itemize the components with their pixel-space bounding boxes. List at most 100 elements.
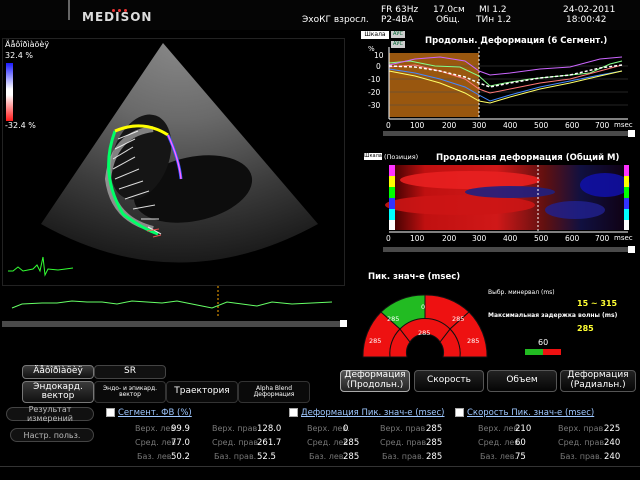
max-delay-value: 285 bbox=[577, 324, 594, 333]
ecg-trace bbox=[8, 256, 74, 277]
graph-global-strain: Шкала (Позиция) Продольная деформация (О… bbox=[360, 150, 637, 252]
bullseye-seg-label: 285 bbox=[369, 337, 382, 345]
table3-row-label: Баз. прав. bbox=[560, 452, 603, 461]
table1-row-label: Сред. прав. bbox=[212, 438, 261, 447]
preset-label: ЭхоКГ взросл. bbox=[302, 15, 369, 25]
selected-interval-value: 15 ~ 315 bbox=[577, 299, 618, 308]
color-scale-bar bbox=[6, 63, 13, 121]
graph1-xtick: 600 bbox=[565, 121, 580, 130]
graph2-xtick: 200 bbox=[442, 234, 457, 243]
table3-row-label: Баз. лев. bbox=[480, 452, 518, 461]
image-mode-label: Äåôîðìàöèÿ bbox=[5, 40, 50, 49]
selected-interval-label: Выбр. минервал (ms) bbox=[488, 289, 555, 296]
table1-row-value: 261.7 bbox=[257, 438, 282, 448]
bullseye-seg-label: 285 bbox=[452, 315, 465, 323]
graph1-xtick: 700 bbox=[595, 121, 610, 130]
table1-header[interactable]: Сегмент. ФВ (%) bbox=[106, 408, 192, 418]
mode-volume-button[interactable]: Объем bbox=[487, 370, 557, 392]
graph2-xtick: 300 bbox=[472, 234, 487, 243]
table1-row-value: 52.5 bbox=[257, 452, 276, 462]
tis-value: TИн 1.2 bbox=[476, 15, 512, 25]
trace-line bbox=[11, 300, 333, 309]
tab-deformation[interactable]: Äåôîðìàöèÿ bbox=[22, 365, 94, 379]
tab-trajectory[interactable]: Траектория bbox=[166, 381, 238, 403]
mode-speed-button[interactable]: Скорость bbox=[414, 370, 484, 392]
timeline-scrollbar[interactable] bbox=[2, 321, 340, 327]
table2-row-value: 285 bbox=[426, 452, 443, 462]
graph2-xunit: msec bbox=[614, 234, 633, 242]
table3-row-label: Верх. прав. bbox=[558, 424, 606, 433]
graph2-xtick: 700 bbox=[595, 234, 610, 243]
tab-endo-epi-vector[interactable]: Эндо- и эпикард. вектор bbox=[94, 381, 166, 403]
table3-row-value: 240 bbox=[604, 452, 621, 462]
user-settings-button[interactable]: Настр. польз. bbox=[10, 428, 94, 442]
table3-checkbox[interactable] bbox=[455, 408, 464, 417]
graph1-xtick: 500 bbox=[534, 121, 549, 130]
measurement-result-button[interactable]: Результат измерений bbox=[6, 405, 94, 423]
bullseye-seg-label: 285 bbox=[418, 329, 431, 337]
table1-row-value: 128.0 bbox=[257, 424, 282, 434]
table1-row-value: 99.9 bbox=[171, 424, 190, 434]
bullseye-chart bbox=[362, 294, 488, 358]
table3-row-label: Сред. прав. bbox=[558, 438, 607, 447]
table3-row-value: 60 bbox=[515, 438, 526, 448]
table3-header[interactable]: Скорость Пик. знач-е (msec) bbox=[455, 408, 594, 418]
table2-checkbox[interactable] bbox=[289, 408, 298, 417]
brand-logo: MEDISON bbox=[82, 10, 153, 24]
probe-name: P2-4BA bbox=[381, 15, 414, 25]
gen-label: Общ. bbox=[436, 15, 460, 25]
graph2-xtick: 0 bbox=[386, 234, 391, 243]
table2-row-label: Баз. прав. bbox=[382, 452, 425, 461]
mode-long-strain-button[interactable]: Деформация (Продольн.) bbox=[340, 370, 410, 392]
max-delay-label: Максимальная задержка волны (ms) bbox=[488, 312, 618, 319]
timeline-end-handle[interactable] bbox=[340, 320, 347, 327]
graph2-xtick: 100 bbox=[410, 234, 425, 243]
frame-rate: FR 63Hz bbox=[381, 5, 419, 15]
table3-row-value: 75 bbox=[515, 452, 526, 462]
time-value: 18:00:42 bbox=[566, 15, 607, 25]
graph1-ytick: -20 bbox=[368, 88, 381, 97]
depth-value: 17.0см bbox=[433, 5, 465, 15]
tab-alpha-blend[interactable]: Alpha Blend Деформация bbox=[238, 381, 310, 403]
graph1-end-handle[interactable] bbox=[628, 130, 635, 137]
table1-checkbox[interactable] bbox=[106, 408, 115, 417]
graph1-ytick: 0 bbox=[376, 62, 381, 71]
sector-scan bbox=[41, 43, 318, 263]
table2-row-value: 0 bbox=[343, 424, 349, 434]
scale-value: 60 bbox=[538, 338, 549, 347]
mode-radial-strain-button[interactable]: Деформация (Радиальн.) bbox=[560, 370, 636, 392]
ultrasound-panel[interactable]: Äåôîðìàöèÿ 32.4 % -32.4 % bbox=[2, 38, 345, 286]
table2-row-label: Верх. прав. bbox=[380, 424, 428, 433]
table2-row-label: Баз. лев. bbox=[309, 452, 347, 461]
header-bar: MEDISON ЭхоКГ взросл. FR 63Hz P2-4BA 17.… bbox=[0, 0, 640, 30]
tab-endo-vector[interactable]: Эндокард. вектор bbox=[22, 381, 94, 403]
graph2-end-handle[interactable] bbox=[628, 246, 635, 253]
graph1-ytick: -30 bbox=[368, 101, 381, 110]
bullseye-seg-label: 285 bbox=[467, 337, 480, 345]
table2-row-value: 285 bbox=[343, 438, 360, 448]
scale-red-swatch bbox=[543, 349, 561, 355]
table3-row-value: 240 bbox=[604, 438, 621, 448]
graph1-ytick: 10 bbox=[374, 51, 384, 60]
graph-segment-strain: Шкала АУС АУС Продольн. Деформация (6 Се… bbox=[360, 31, 637, 131]
table1-row-value: 50.2 bbox=[171, 452, 190, 462]
mi-value: MI 1.2 bbox=[479, 5, 507, 15]
graph2-xtick: 400 bbox=[503, 234, 518, 243]
graph1-xtick: 0 bbox=[386, 121, 391, 130]
ultrasound-image bbox=[6, 43, 318, 277]
table2-header[interactable]: Деформация Пик. знач-е (msec) bbox=[289, 408, 444, 418]
table3-row-value: 225 bbox=[604, 424, 621, 434]
tab-sr[interactable]: SR bbox=[94, 365, 166, 379]
graph2-scrollbar[interactable] bbox=[383, 247, 628, 252]
footer-divider bbox=[0, 466, 640, 467]
graph2-xtick: 500 bbox=[534, 234, 549, 243]
table1-title: Сегмент. ФВ (%) bbox=[118, 408, 192, 418]
graph1-xtick: 100 bbox=[410, 121, 425, 130]
bullseye-seg-label: 0 bbox=[421, 303, 426, 311]
graph1-scrollbar[interactable] bbox=[383, 131, 628, 136]
table1-row-label: Баз. лев. bbox=[137, 452, 175, 461]
table3-row-value: 210 bbox=[515, 424, 532, 434]
table2-row-label: Сред. прав. bbox=[380, 438, 429, 447]
graph1-xunit: msec bbox=[614, 121, 633, 129]
table1-row-value: 77.0 bbox=[171, 438, 190, 448]
